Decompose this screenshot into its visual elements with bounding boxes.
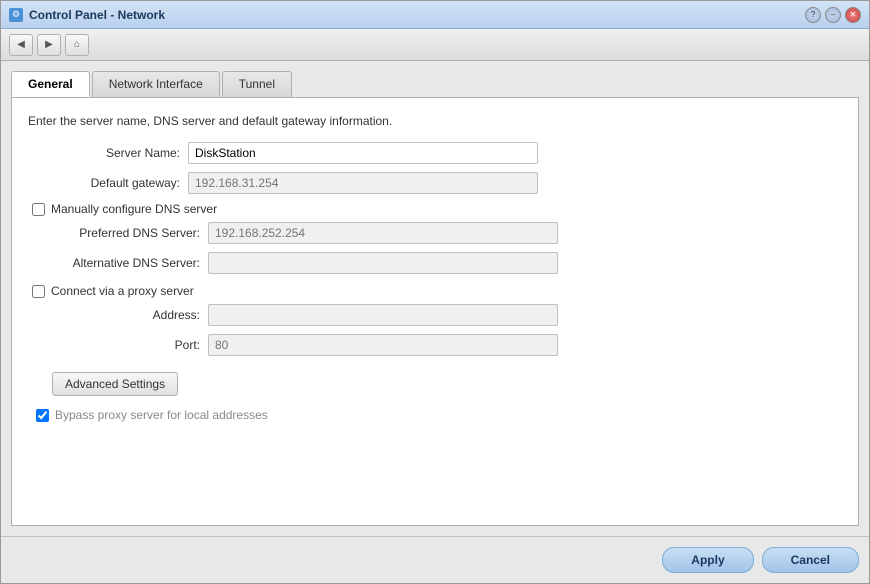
title-bar: ⚙ Control Panel - Network ? – ✕ <box>1 1 869 29</box>
default-gateway-input[interactable] <box>188 172 538 194</box>
advanced-settings-button[interactable]: Advanced Settings <box>52 372 178 396</box>
main-window: ⚙ Control Panel - Network ? – ✕ ◀ ▶ ⌂ Ge… <box>0 0 870 584</box>
title-bar-controls: ? – ✕ <box>805 7 861 23</box>
preferred-dns-row: Preferred DNS Server: <box>48 222 842 244</box>
default-gateway-label: Default gateway: <box>28 176 188 190</box>
alternative-dns-input[interactable] <box>208 252 558 274</box>
proxy-checkbox[interactable] <box>32 285 45 298</box>
tab-general[interactable]: General <box>11 71 90 97</box>
proxy-label: Connect via a proxy server <box>51 284 194 298</box>
address-input[interactable] <box>208 304 558 326</box>
help-button[interactable]: ? <box>805 7 821 23</box>
minimize-button[interactable]: – <box>825 7 841 23</box>
window-title: Control Panel - Network <box>29 8 165 22</box>
tab-tunnel[interactable]: Tunnel <box>222 71 292 97</box>
address-row: Address: <box>48 304 842 326</box>
port-input[interactable] <box>208 334 558 356</box>
manually-dns-row: Manually configure DNS server <box>28 202 842 216</box>
bypass-checkbox[interactable] <box>36 409 49 422</box>
panel-description: Enter the server name, DNS server and de… <box>28 114 842 128</box>
alternative-dns-row: Alternative DNS Server: <box>48 252 842 274</box>
footer: Apply Cancel <box>1 536 869 583</box>
tab-bar: General Network Interface Tunnel <box>11 71 859 97</box>
address-label: Address: <box>48 308 208 322</box>
bypass-label: Bypass proxy server for local addresses <box>55 408 268 422</box>
manually-dns-label: Manually configure DNS server <box>51 202 217 216</box>
manually-dns-checkbox[interactable] <box>32 203 45 216</box>
home-button[interactable]: ⌂ <box>65 34 89 56</box>
preferred-dns-input[interactable] <box>208 222 558 244</box>
preferred-dns-label: Preferred DNS Server: <box>48 226 208 240</box>
alternative-dns-label: Alternative DNS Server: <box>48 256 208 270</box>
default-gateway-row: Default gateway: <box>28 172 842 194</box>
back-button[interactable]: ◀ <box>9 34 33 56</box>
proxy-row: Connect via a proxy server <box>28 284 842 298</box>
port-row: Port: <box>48 334 842 356</box>
forward-button[interactable]: ▶ <box>37 34 61 56</box>
bypass-row: Bypass proxy server for local addresses <box>32 408 842 422</box>
title-bar-left: ⚙ Control Panel - Network <box>9 8 165 22</box>
server-name-row: Server Name: <box>28 142 842 164</box>
dns-section: Preferred DNS Server: Alternative DNS Se… <box>48 222 842 274</box>
nav-bar: ◀ ▶ ⌂ <box>1 29 869 61</box>
server-name-input[interactable] <box>188 142 538 164</box>
advanced-settings-section: Advanced Settings <box>52 364 842 404</box>
proxy-section: Address: Port: <box>48 304 842 356</box>
main-panel: Enter the server name, DNS server and de… <box>11 97 859 526</box>
port-label: Port: <box>48 338 208 352</box>
content-area: General Network Interface Tunnel Enter t… <box>1 61 869 536</box>
app-icon: ⚙ <box>9 8 23 22</box>
server-name-label: Server Name: <box>28 146 188 160</box>
apply-button[interactable]: Apply <box>662 547 753 573</box>
close-button[interactable]: ✕ <box>845 7 861 23</box>
cancel-button[interactable]: Cancel <box>762 547 859 573</box>
tab-network-interface[interactable]: Network Interface <box>92 71 220 97</box>
